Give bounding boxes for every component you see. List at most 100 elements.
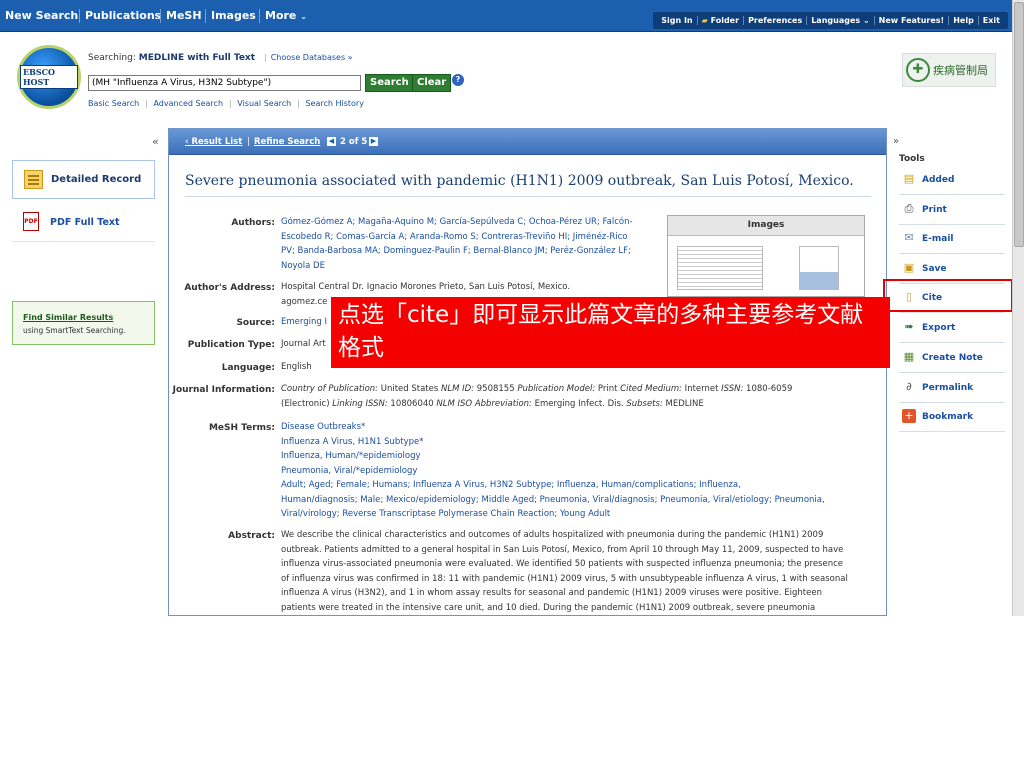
search-history-link[interactable]: Search History: [305, 99, 367, 108]
visual-search-link[interactable]: Visual Search: [237, 99, 294, 108]
languages-link[interactable]: Languages ⌄: [807, 16, 875, 25]
previous-record-icon[interactable]: ◀: [327, 137, 336, 146]
nav-divider: [259, 9, 260, 23]
divider: |: [229, 99, 232, 108]
result-list-link[interactable]: ‹ Result List: [185, 137, 242, 147]
basic-search-link[interactable]: Basic Search: [88, 99, 142, 108]
divider: |: [145, 99, 148, 108]
mesh-term[interactable]: Disease Outbreaks*: [281, 420, 881, 435]
abstract-label: Abstract:: [228, 531, 275, 541]
searching-label: Searching: MEDLINE with Full Text: [88, 53, 255, 63]
search-input[interactable]: [88, 75, 361, 91]
tool-email[interactable]: ✉ E-mail: [899, 225, 1005, 254]
journal-information-label: Journal Information:: [172, 385, 275, 395]
ebsco-screen: New Search Publications MeSH Images More…: [0, 0, 1012, 616]
nav-images[interactable]: Images: [211, 9, 256, 22]
detailed-record-label: Detailed Record: [51, 174, 142, 185]
bookmark-icon: +: [902, 409, 916, 423]
exit-link[interactable]: Exit: [979, 16, 1004, 25]
tool-bookmark[interactable]: + Bookmark: [899, 403, 1005, 432]
record-toolbar: ‹ Result List | Refine Search ◀ 2 of 5 ▶: [169, 129, 886, 155]
tool-label: Save: [922, 264, 947, 274]
clear-button[interactable]: Clear: [412, 74, 452, 92]
search-mode-links: Basic Search | Advanced Search | Visual Se…: [88, 99, 367, 108]
help-link[interactable]: Help: [949, 16, 979, 25]
mesh-term[interactable]: Influenza A Virus, H1N1 Subtype*: [281, 435, 881, 450]
abstract-line: influenza A virus (H3N2), and 1 in whom …: [281, 588, 822, 598]
mesh-term[interactable]: Pneumonia, Viral/*epidemiology: [281, 464, 881, 479]
account-nav: Sign In ▰ Folder Preferences Languages ⌄…: [653, 12, 1008, 29]
nav-more-label: More: [265, 9, 297, 22]
journal-val: 1080-6059: [743, 384, 793, 394]
tool-label: Bookmark: [922, 412, 974, 422]
tool-added[interactable]: ▤ Added: [899, 166, 1005, 195]
folder-link[interactable]: ▰ Folder: [698, 16, 745, 25]
journal-val: Emerging Infect. Dis.: [531, 398, 627, 409]
tool-export[interactable]: ➠ Export: [899, 314, 1005, 343]
mesh-term[interactable]: Viral/virology; Reverse Transcriptase Po…: [281, 507, 881, 522]
choose-databases-link[interactable]: | Choose Databases »: [264, 53, 353, 62]
nav-divider: [79, 9, 80, 23]
collapse-left-panel-icon[interactable]: «: [152, 135, 159, 148]
mesh-terms-label: MeSH Terms:: [208, 423, 275, 433]
abstract-line: patients were treated in the intensive c…: [281, 602, 816, 613]
folder-label: Folder: [710, 16, 740, 25]
detailed-record-item[interactable]: Detailed Record: [12, 160, 155, 199]
find-similar-link[interactable]: Find Similar Results: [23, 313, 113, 322]
pdf-icon: PDF: [23, 212, 39, 231]
nav-divider: [160, 9, 161, 23]
abstract-line: We describe the clinical characteristics…: [281, 530, 824, 540]
top-navigation-bar: New Search Publications MeSH Images More…: [0, 0, 1012, 32]
choose-databases-label: Choose Databases »: [270, 53, 353, 62]
tool-permalink[interactable]: ∂ Permalink: [899, 374, 1005, 403]
tool-label: Export: [922, 323, 956, 333]
record-panel: ‹ Result List | Refine Search ◀ 2 of 5 ▶…: [168, 128, 887, 616]
mesh-term[interactable]: Human/diagnosis; Male; Mexico/epidemiolo…: [281, 493, 881, 508]
pdf-full-text-item[interactable]: PDF PDF Full Text: [12, 206, 155, 242]
tool-label: Added: [922, 175, 955, 185]
next-record-icon[interactable]: ▶: [369, 137, 378, 146]
nav-new-search[interactable]: New Search: [5, 9, 78, 22]
logo-text: EBSCO HOST: [20, 65, 78, 89]
journal-key: Country of Publication:: [281, 384, 379, 394]
refine-search-link[interactable]: Refine Search: [254, 137, 320, 147]
mesh-term[interactable]: Influenza, Human/*epidemiology: [281, 449, 881, 464]
advanced-search-link[interactable]: Advanced Search: [153, 99, 226, 108]
scrollbar-thumb[interactable]: [1014, 2, 1024, 247]
search-button[interactable]: Search: [365, 74, 414, 92]
divider: |: [264, 53, 267, 62]
link-icon: ∂: [906, 380, 912, 393]
authors-value[interactable]: Gómez-Gómez A; Magaña-Aquino M; García-S…: [281, 215, 641, 273]
journal-key: Cited Medium:: [620, 384, 682, 394]
nav-more[interactable]: More ⌄: [265, 9, 307, 22]
searching-prefix: Searching:: [88, 53, 136, 63]
image-thumbnail-table[interactable]: [677, 246, 763, 290]
journal-val: United States: [378, 384, 441, 394]
authors-label: Authors:: [231, 218, 275, 228]
vertical-scrollbar[interactable]: [1012, 0, 1024, 616]
printer-icon: ⎙: [904, 202, 914, 215]
journal-val: 10806040: [387, 398, 437, 409]
languages-label: Languages: [811, 16, 861, 25]
nav-divider: [205, 9, 206, 23]
help-icon[interactable]: ?: [452, 74, 464, 86]
collapse-right-panel-icon[interactable]: »: [893, 136, 899, 147]
nav-mesh[interactable]: MeSH: [166, 9, 202, 22]
sign-in-link[interactable]: Sign In: [657, 16, 698, 25]
cdc-logo-text: 疾病管制局: [933, 64, 988, 77]
new-features-link[interactable]: New Features!: [875, 16, 950, 25]
image-thumbnail-chart[interactable]: [799, 246, 839, 290]
nav-publications[interactable]: Publications: [85, 9, 161, 22]
find-similar-box[interactable]: Find Similar Results using SmartText Sea…: [12, 301, 155, 345]
journal-val: (Electronic): [281, 398, 333, 409]
ebsco-host-logo[interactable]: EBSCO HOST: [17, 45, 81, 109]
language-value: English: [281, 362, 312, 372]
source-value[interactable]: Emerging I: [281, 315, 327, 330]
preferences-link[interactable]: Preferences: [744, 16, 808, 25]
mesh-term[interactable]: Adult; Aged; Female; Humans; Influenza A…: [281, 478, 881, 493]
images-box-title: Images: [668, 216, 864, 236]
tool-create-note[interactable]: ▦ Create Note: [899, 344, 1005, 373]
divider: |: [247, 137, 251, 147]
chevron-down-icon: ⌄: [862, 16, 870, 25]
tool-print[interactable]: ⎙ Print: [899, 196, 1005, 225]
